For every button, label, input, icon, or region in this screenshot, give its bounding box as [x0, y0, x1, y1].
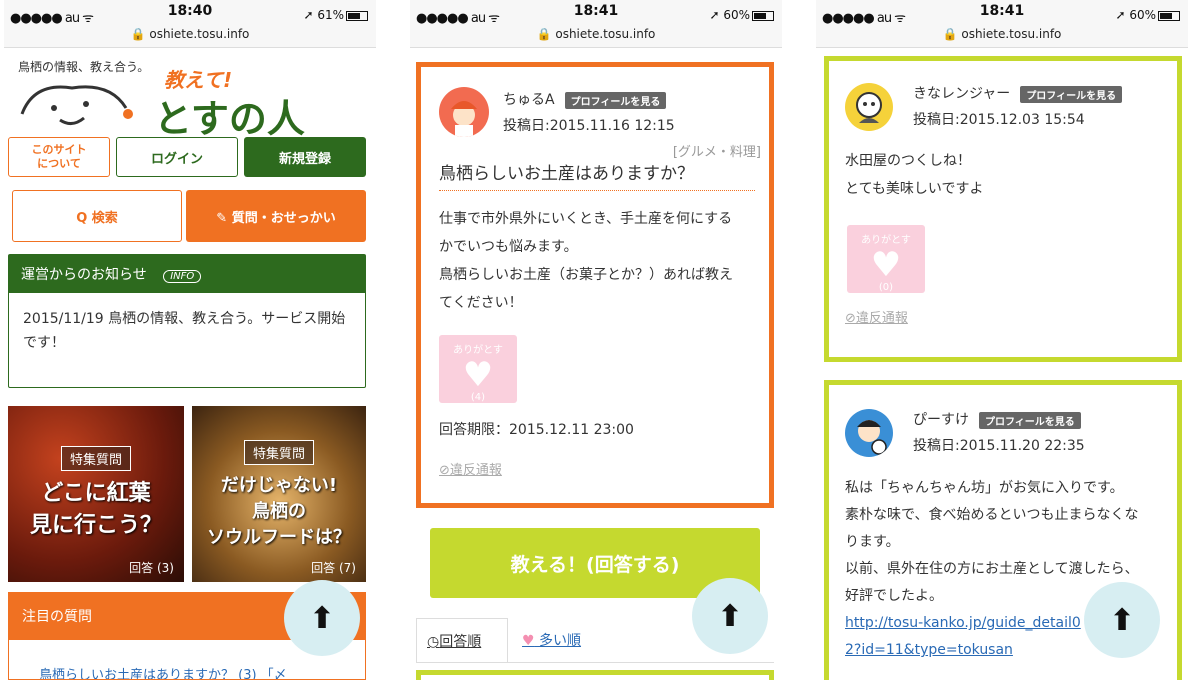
register-button[interactable]: 新規登録	[244, 137, 366, 177]
thanks-button[interactable]: ありがとす ♥ (4)	[439, 335, 517, 403]
notice-header: 運営からのお知らせ INFO	[9, 255, 365, 293]
status-bar: ●●●●● au ᯤ 18:40 ➚ 61% 🔒 oshiete.tosu.in…	[4, 0, 376, 48]
user-avatar[interactable]	[845, 83, 893, 131]
report-link[interactable]: ⊘違反通報	[439, 459, 502, 478]
thanks-count: (0)	[878, 282, 894, 293]
arrow-up-icon: ⬆	[717, 598, 743, 634]
arrow-up-icon: ⬆	[309, 600, 335, 636]
search-button[interactable]: Q 検索	[12, 190, 182, 242]
category-label[interactable]: [グルメ・料理]	[673, 141, 761, 160]
question-author: ちゅるA プロフィールを見る	[503, 89, 667, 109]
notice-box: 運営からのお知らせ INFO 2015/11/19 鳥栖の情報、教え合う。サービ…	[8, 254, 366, 388]
feature-title-line: 見に行こう？	[29, 513, 162, 538]
author-name[interactable]: ちゅるA	[503, 92, 555, 108]
feature-autumn-leaves[interactable]: 特集質問 どこに紅葉 見に行こう？ 回答 (3)	[8, 406, 184, 582]
reference-link[interactable]: http://tosu-kanko.jp/guide_detail02?id=1…	[845, 610, 1095, 664]
status-bar: ●●●●● au ᯤ 18:41 ➚ 60% 🔒 oshiete.tosu.in…	[816, 0, 1188, 48]
answer-deadline: 回答期限：2015.12.11 23:00	[439, 422, 634, 438]
view-profile-button[interactable]: プロフィールを見る	[1020, 85, 1123, 103]
answer-author: きなレンジャー プロフィールを見る	[913, 83, 1123, 103]
question-body: 仕事で市外県外にいくとき、手土産を何にする かでいつも悩みます。 鳥栖らしいお土…	[439, 211, 733, 311]
logo-face-icon	[20, 85, 133, 125]
site-logo[interactable]: 教えて! とすの人	[14, 68, 314, 141]
tab-popular[interactable]: ♥ 多い順	[522, 630, 581, 650]
feature-title-line: ソウルフードは？	[207, 527, 351, 548]
author-name[interactable]: きなレンジャー	[913, 86, 1010, 102]
user-avatar[interactable]	[439, 87, 489, 137]
url-bar[interactable]: 🔒 oshiete.tosu.info	[816, 27, 1188, 41]
feature-tag: 特集質問	[60, 446, 132, 471]
heart-icon: ♥	[462, 355, 494, 395]
feature-answer-count: 回答 (7)	[311, 561, 356, 575]
status-bar: ●●●●● au ᯤ 18:41 ➚ 60% 🔒 oshiete.tosu.in…	[410, 0, 782, 48]
user-avatar[interactable]	[845, 409, 893, 457]
notice-item[interactable]: 2015/11/19 鳥栖の情報、教え合う。サービス開始です！	[9, 293, 365, 369]
scroll-top-button[interactable]: ⬆	[1084, 582, 1160, 658]
notice-title: 運営からのお知らせ	[21, 267, 147, 283]
heart-icon: ♥	[522, 633, 535, 649]
url-bar[interactable]: 🔒 oshiete.tosu.info	[410, 27, 782, 41]
about-button[interactable]: このサイト について	[8, 137, 110, 177]
feature-title-line: どこに紅葉	[41, 481, 151, 506]
clock-icon: ◷	[427, 634, 440, 650]
thanks-count: (4)	[470, 392, 486, 403]
view-profile-button[interactable]: プロフィールを見る	[979, 411, 1081, 429]
author-name[interactable]: ぴーすけ	[913, 412, 969, 428]
posted-date: 投稿日:2015.12.03 15:54	[913, 112, 1085, 128]
hot-questions-title: 注目の質問	[22, 609, 92, 625]
answer-card-top	[416, 670, 774, 680]
battery-indicator: ➚ 60%	[709, 8, 774, 22]
answer-card: きなレンジャー プロフィールを見る 投稿日:2015.12.03 15:54 水田…	[824, 56, 1182, 362]
answer-body: 水田屋のつくしね！ とても美味しいですよ	[845, 153, 984, 197]
feature-tag: 特集質問	[243, 440, 315, 465]
info-badge-icon: INFO	[163, 270, 202, 283]
question-title: 鳥栖らしいお土産はありますか？	[439, 159, 755, 191]
scroll-top-button[interactable]: ⬆	[692, 578, 768, 654]
scroll-top-button[interactable]: ⬆	[284, 580, 360, 656]
posted-date: 投稿日:2015.11.20 22:35	[913, 438, 1085, 454]
screen-question: ●●●●● au ᯤ 18:41 ➚ 60% 🔒 oshiete.tosu.in…	[410, 0, 782, 680]
tab-answer-order[interactable]: ◷回答順	[416, 618, 508, 662]
report-link[interactable]: ⊘違反通報	[845, 307, 908, 326]
screen-answers: ●●●●● au ᯤ 18:41 ➚ 60% 🔒 oshiete.tosu.in…	[816, 0, 1188, 680]
posted-date: 投稿日:2015.11.16 12:15	[503, 118, 675, 134]
answer-author: ぴーすけ プロフィールを見る	[913, 409, 1081, 429]
arrow-up-icon: ⬆	[1109, 602, 1135, 638]
url-bar[interactable]: 🔒 oshiete.tosu.info	[4, 27, 376, 41]
thanks-button[interactable]: ありがとす ♥ (0)	[847, 225, 925, 293]
feature-answer-count: 回答 (3)	[129, 561, 174, 575]
screen-home: ●●●●● au ᯤ 18:40 ➚ 61% 🔒 oshiete.tosu.in…	[4, 0, 376, 680]
feature-soul-food[interactable]: 特集質問 だけじゃない! 鳥栖の ソウルフードは？ 回答 (7)	[192, 406, 366, 582]
battery-indicator: ➚ 60%	[1115, 8, 1180, 22]
logo-title: とすの人	[154, 97, 305, 141]
tab-divider	[416, 662, 774, 663]
login-button[interactable]: ログイン	[116, 137, 238, 177]
heart-icon: ♥	[870, 245, 902, 285]
ask-question-button[interactable]: ✎ 質問・おせっかい	[186, 190, 366, 242]
battery-indicator: ➚ 61%	[303, 8, 368, 22]
question-card: ちゅるA プロフィールを見る 投稿日:2015.11.16 12:15 [グルメ・…	[416, 62, 774, 508]
site-tagline: 鳥栖の情報、教え合う。	[18, 60, 150, 74]
view-profile-button[interactable]: プロフィールを見る	[564, 91, 667, 109]
